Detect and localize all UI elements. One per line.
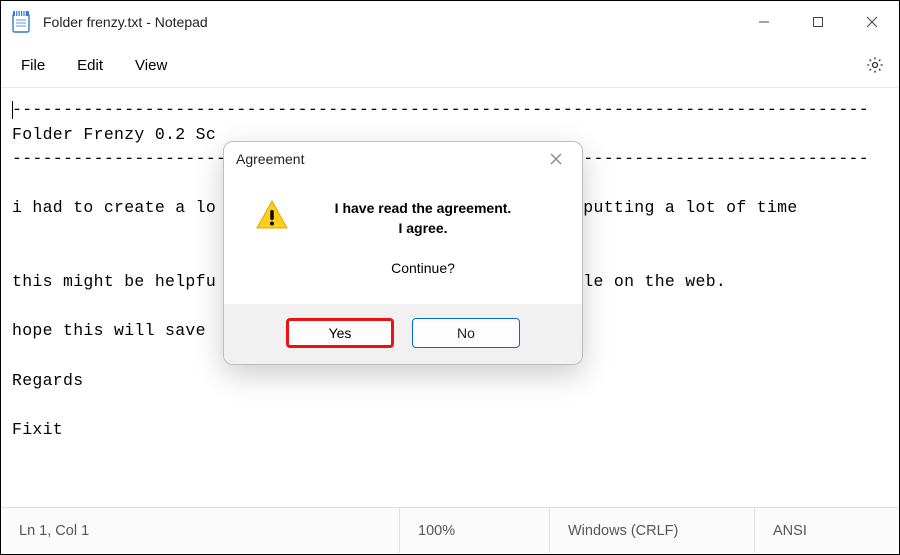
dialog-question: Continue? bbox=[300, 258, 546, 278]
dialog-line1: I have read the agreement. bbox=[300, 198, 546, 218]
window-controls bbox=[737, 1, 899, 43]
status-position: Ln 1, Col 1 bbox=[1, 508, 399, 553]
dialog-line2: I agree. bbox=[300, 218, 546, 238]
agreement-dialog: Agreement I have read the agreement. I a… bbox=[223, 141, 583, 365]
warning-icon bbox=[254, 198, 290, 234]
maximize-button[interactable] bbox=[791, 1, 845, 43]
statusbar: Ln 1, Col 1 100% Windows (CRLF) ANSI bbox=[1, 507, 899, 553]
titlebar: Folder frenzy.txt - Notepad bbox=[1, 1, 899, 43]
yes-button[interactable]: Yes bbox=[286, 318, 394, 348]
dialog-message: I have read the agreement. I agree. Cont… bbox=[290, 198, 564, 278]
status-eol: Windows (CRLF) bbox=[549, 508, 754, 553]
status-encoding: ANSI bbox=[754, 508, 899, 553]
menu-file[interactable]: File bbox=[5, 49, 61, 82]
dialog-buttons: Yes No bbox=[224, 304, 582, 364]
menu-view[interactable]: View bbox=[119, 49, 183, 82]
dialog-titlebar: Agreement bbox=[224, 142, 582, 176]
dialog-body: I have read the agreement. I agree. Cont… bbox=[224, 176, 582, 304]
notepad-app-icon bbox=[11, 11, 31, 33]
status-zoom[interactable]: 100% bbox=[399, 508, 549, 553]
menu-edit[interactable]: Edit bbox=[61, 49, 119, 82]
minimize-button[interactable] bbox=[737, 1, 791, 43]
no-button[interactable]: No bbox=[412, 318, 520, 348]
dialog-title: Agreement bbox=[236, 151, 542, 167]
settings-button[interactable] bbox=[855, 45, 895, 85]
close-button[interactable] bbox=[845, 1, 899, 43]
menubar: File Edit View bbox=[1, 43, 899, 87]
dialog-close-button[interactable] bbox=[542, 145, 570, 173]
window-title: Folder frenzy.txt - Notepad bbox=[43, 14, 737, 30]
